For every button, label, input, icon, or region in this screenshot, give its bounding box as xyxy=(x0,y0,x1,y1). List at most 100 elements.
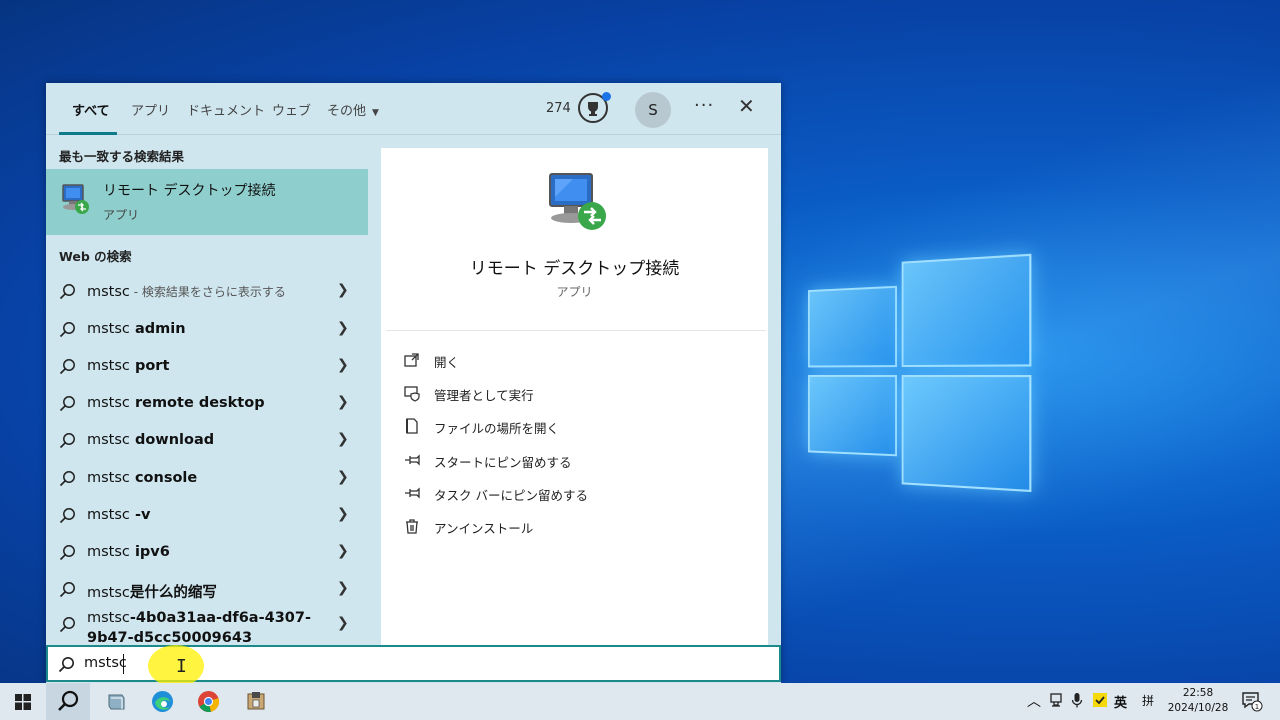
action-run-as-admin[interactable]: 管理者として実行 xyxy=(403,381,743,407)
tab-all[interactable]: すべて xyxy=(72,100,110,119)
remote-desktop-icon xyxy=(546,170,610,234)
chevron-up-icon[interactable]: ︿ xyxy=(1027,691,1041,711)
web-search-query: mstsc remote desktop xyxy=(87,395,265,411)
pin-icon xyxy=(403,484,421,502)
tab-documents[interactable]: ドキュメント xyxy=(187,100,265,119)
search-icon xyxy=(59,581,75,598)
start-button[interactable] xyxy=(0,683,44,720)
chevron-right-icon: ❯ xyxy=(337,469,349,485)
action-pin-to-start[interactable]: スタートにピン留めする xyxy=(403,448,743,474)
chevron-right-icon: ❯ xyxy=(337,394,349,410)
web-search-query: mstsc是什么的缩写 xyxy=(87,585,217,601)
web-search-query: mstsc admin xyxy=(87,321,186,337)
detail-app-name: リモート デスクトップ接続 xyxy=(469,259,680,279)
chevron-right-icon: ❯ xyxy=(337,580,349,596)
tab-apps[interactable]: アプリ xyxy=(131,100,170,119)
web-search-query: mstsc -v xyxy=(87,507,151,523)
remote-desktop-icon xyxy=(60,183,90,215)
search-icon xyxy=(59,432,75,449)
close-icon[interactable]: ✕ xyxy=(738,94,755,118)
best-match-heading: 最も一致する検索結果 xyxy=(59,149,185,164)
notification-center-icon[interactable]: 1 xyxy=(1241,690,1263,716)
chevron-right-icon: ❯ xyxy=(337,282,349,298)
action-open[interactable]: 開く xyxy=(403,348,743,374)
search-icon xyxy=(59,616,75,633)
web-search-item[interactable]: mstsc ipv6 ❯ xyxy=(46,535,368,572)
search-icon xyxy=(59,321,75,338)
action-pin-to-taskbar[interactable]: タスク バーにピン留めする xyxy=(403,481,743,507)
edge-browser-icon[interactable] xyxy=(140,683,184,720)
detail-app-type: アプリ xyxy=(556,285,593,299)
search-tabs: すべて アプリ ドキュメント ウェブ その他 ▼ 274 S ··· ✕ xyxy=(46,83,781,135)
system-clock[interactable]: 22:58 2024/10/28 xyxy=(1166,686,1230,716)
ime-pinyin-icon[interactable]: 拼 xyxy=(1142,692,1154,709)
taskview-app-icon[interactable] xyxy=(94,683,138,720)
web-search-item[interactable]: mstsc-4b0a31aa-df6a-4307-9b47-d5cc500096… xyxy=(46,607,368,646)
web-search-item[interactable]: mstsc是什么的缩写 ❯ xyxy=(46,572,368,609)
svg-text:1: 1 xyxy=(1255,703,1259,711)
web-search-query: mstsc port xyxy=(87,358,170,374)
search-icon xyxy=(59,283,75,300)
file-location-icon xyxy=(403,417,421,435)
search-icon xyxy=(59,395,75,412)
chevron-right-icon: ❯ xyxy=(337,357,349,373)
web-search-item[interactable]: mstsc download ❯ xyxy=(46,423,368,460)
microphone-icon[interactable] xyxy=(1071,692,1083,713)
open-icon xyxy=(403,351,421,369)
web-search-heading: Web の検索 xyxy=(59,249,132,264)
chevron-down-icon: ▼ xyxy=(372,108,379,118)
search-icon xyxy=(58,656,75,673)
chrome-browser-icon[interactable] xyxy=(186,683,230,720)
search-panel: すべて アプリ ドキュメント ウェブ その他 ▼ 274 S ··· ✕ 最も一致… xyxy=(46,83,781,683)
results-list: 最も一致する検索結果 リモート デスクトップ接続 アプリ Web の検索 mst… xyxy=(46,136,380,646)
best-match-name: リモート デスクトップ接続 xyxy=(103,183,276,199)
search-icon xyxy=(59,470,75,487)
text-caret xyxy=(123,654,124,674)
notification-dot xyxy=(602,92,611,101)
active-tab-indicator xyxy=(59,132,117,135)
web-search-item[interactable]: mstsc - 検索結果をさらに表示する ❯ xyxy=(46,274,368,311)
network-icon[interactable] xyxy=(1049,692,1063,712)
chevron-right-icon: ❯ xyxy=(337,320,349,336)
action-uninstall[interactable]: アンインストール xyxy=(403,514,743,540)
web-search-item[interactable]: mstsc -v ❯ xyxy=(46,498,368,535)
chevron-right-icon: ❯ xyxy=(337,543,349,559)
action-label: 管理者として実行 xyxy=(434,388,534,403)
ibeam-cursor-icon: I xyxy=(176,656,187,677)
trash-icon xyxy=(403,517,421,535)
search-icon xyxy=(59,358,75,375)
web-search-query: mstsc-4b0a31aa-df6a-4307-9b47-d5cc500096… xyxy=(87,610,311,646)
clock-date: 2024/10/28 xyxy=(1167,702,1229,714)
action-label: タスク バーにピン留めする xyxy=(434,488,588,503)
chevron-right-icon: ❯ xyxy=(337,431,349,447)
ime-mode-indicator[interactable]: 英 xyxy=(1114,692,1127,711)
search-icon xyxy=(59,507,75,524)
web-search-item[interactable]: mstsc admin ❯ xyxy=(46,312,368,349)
tab-web[interactable]: ウェブ xyxy=(272,100,311,119)
web-search-query: mstsc ipv6 xyxy=(87,544,170,560)
best-match-item[interactable]: リモート デスクトップ接続 アプリ xyxy=(46,169,368,235)
web-search-query: mstsc download xyxy=(87,432,215,448)
chevron-right-icon: ❯ xyxy=(337,506,349,522)
web-search-item[interactable]: mstsc remote desktop ❯ xyxy=(46,386,368,423)
rewards-points: 274 xyxy=(546,101,571,116)
best-match-type: アプリ xyxy=(103,208,140,222)
security-check-icon[interactable] xyxy=(1092,692,1108,712)
tab-more[interactable]: その他 ▼ xyxy=(327,100,379,119)
more-options-icon[interactable]: ··· xyxy=(694,95,714,116)
taskbar: ︿ 英 拼 22:58 2024/10/28 1 xyxy=(0,683,1280,720)
action-label: 開く xyxy=(434,355,460,370)
search-icon xyxy=(59,544,75,561)
action-open-file-location[interactable]: ファイルの場所を開く xyxy=(403,414,743,440)
web-search-item[interactable]: mstsc port ❯ xyxy=(46,349,368,386)
web-search-item[interactable]: mstsc console ❯ xyxy=(46,461,368,498)
shield-icon xyxy=(403,384,421,402)
web-search-query: mstsc - 検索結果をさらに表示する xyxy=(87,284,286,300)
divider xyxy=(386,330,766,331)
action-label: ファイルの場所を開く xyxy=(434,421,560,436)
installer-app-icon[interactable] xyxy=(233,683,277,720)
action-label: スタートにピン留めする xyxy=(434,455,572,470)
user-avatar[interactable]: S xyxy=(635,92,671,128)
detail-pane: リモート デスクトップ接続 アプリ 開く 管理者として実行 ファイルの場所を開く… xyxy=(381,148,768,646)
search-button[interactable] xyxy=(46,683,90,720)
